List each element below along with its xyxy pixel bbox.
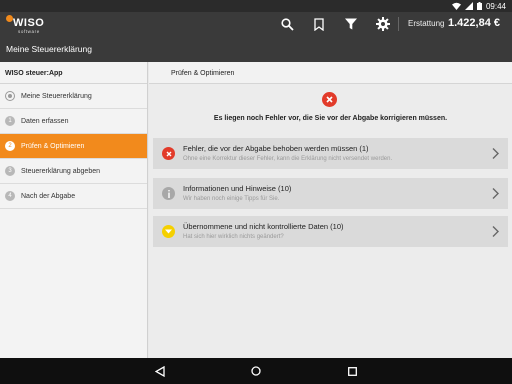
refund-value[interactable]: 1.422,84 € [448, 17, 500, 29]
card-subtitle: Hat sich hier wirklich nichts geändert? [183, 234, 284, 240]
card-errors[interactable]: Fehler, die vor der Abgabe behoben werde… [153, 138, 508, 169]
radio-icon [5, 91, 15, 101]
step-number: 2 [5, 141, 15, 151]
chevron-right-icon [492, 148, 499, 159]
battery-icon [476, 2, 482, 10]
wiso-logo: WISO software [6, 15, 46, 35]
sidebar-item-daten-erfassen[interactable]: 1 Daten erfassen [0, 109, 147, 134]
chevron-right-icon [492, 188, 499, 199]
card-subtitle: Wir haben noch einige Tipps für Sie. [183, 196, 280, 202]
card-subtitle: Ohne eine Korrektur dieser Fehler, kann … [183, 156, 393, 162]
error-icon [322, 92, 337, 107]
card-title: Übernommene und nicht kontrollierte Date… [183, 222, 344, 231]
sidebar-item-pruefen-optimieren[interactable]: 2 Prüfen & Optimieren [0, 134, 147, 159]
navigation-bar [0, 358, 512, 384]
sidebar-item-steuererklaerung-abgeben[interactable]: 3 Steuererklärung abgeben [0, 159, 147, 184]
sidebar-item-label: Nach der Abgabe [21, 192, 76, 200]
app-title: Meine Steuererklärung [6, 44, 92, 54]
wifi-icon [451, 2, 461, 10]
sidebar-item-label: Daten erfassen [21, 117, 69, 125]
error-message-area: Es liegen noch Fehler vor, die Sie vor d… [149, 84, 512, 132]
signal-icon [464, 2, 473, 10]
sidebar-item-nach-der-abgabe[interactable]: 4 Nach der Abgabe [0, 184, 147, 209]
sidebar-item-label: Meine Steuererklärung [21, 92, 92, 100]
sidebar-item-label: Prüfen & Optimieren [21, 142, 85, 150]
app-bar-divider [398, 17, 399, 31]
sidebar: WISO steuer:App Meine Steuererklärung 1 … [0, 62, 148, 358]
card-information[interactable]: Informationen und Hinweise (10) Wir habe… [153, 178, 508, 209]
step-number: 4 [5, 191, 15, 201]
step-number: 1 [5, 116, 15, 126]
gear-icon[interactable] [375, 16, 391, 32]
search-icon[interactable] [279, 16, 295, 32]
chevron-right-icon [492, 226, 499, 237]
card-title: Informationen und Hinweise (10) [183, 184, 292, 193]
step-number: 3 [5, 166, 15, 176]
status-bar: 09:44 [0, 0, 512, 12]
main-panel: Prüfen & Optimieren Es liegen noch Fehle… [149, 62, 512, 358]
info-icon [162, 187, 175, 200]
sidebar-item-label: Steuererklärung abgeben [21, 167, 101, 175]
page-title: Prüfen & Optimieren [149, 62, 512, 84]
sidebar-item-meine-steuererklaerung[interactable]: Meine Steuererklärung [0, 84, 147, 109]
error-icon [162, 147, 175, 160]
status-time: 09:44 [485, 1, 506, 11]
app-bar: WISO software Meine Steuererklärung Erst… [0, 12, 512, 62]
back-icon[interactable] [154, 365, 166, 377]
refund-label: Erstattung [408, 19, 445, 28]
app-window: 09:44 WISO software Meine Steuererklärun… [0, 0, 512, 384]
card-title: Fehler, die vor der Abgabe behoben werde… [183, 144, 369, 153]
caret-down-icon [162, 225, 175, 238]
filter-icon[interactable] [343, 16, 359, 32]
bookmark-icon[interactable] [311, 16, 327, 32]
home-icon[interactable] [250, 365, 262, 377]
recents-icon[interactable] [346, 365, 358, 377]
card-uncontrolled-data[interactable]: Übernommene und nicht kontrollierte Date… [153, 216, 508, 247]
error-message: Es liegen noch Fehler vor, die Sie vor d… [213, 115, 448, 122]
sidebar-header: WISO steuer:App [0, 62, 147, 84]
